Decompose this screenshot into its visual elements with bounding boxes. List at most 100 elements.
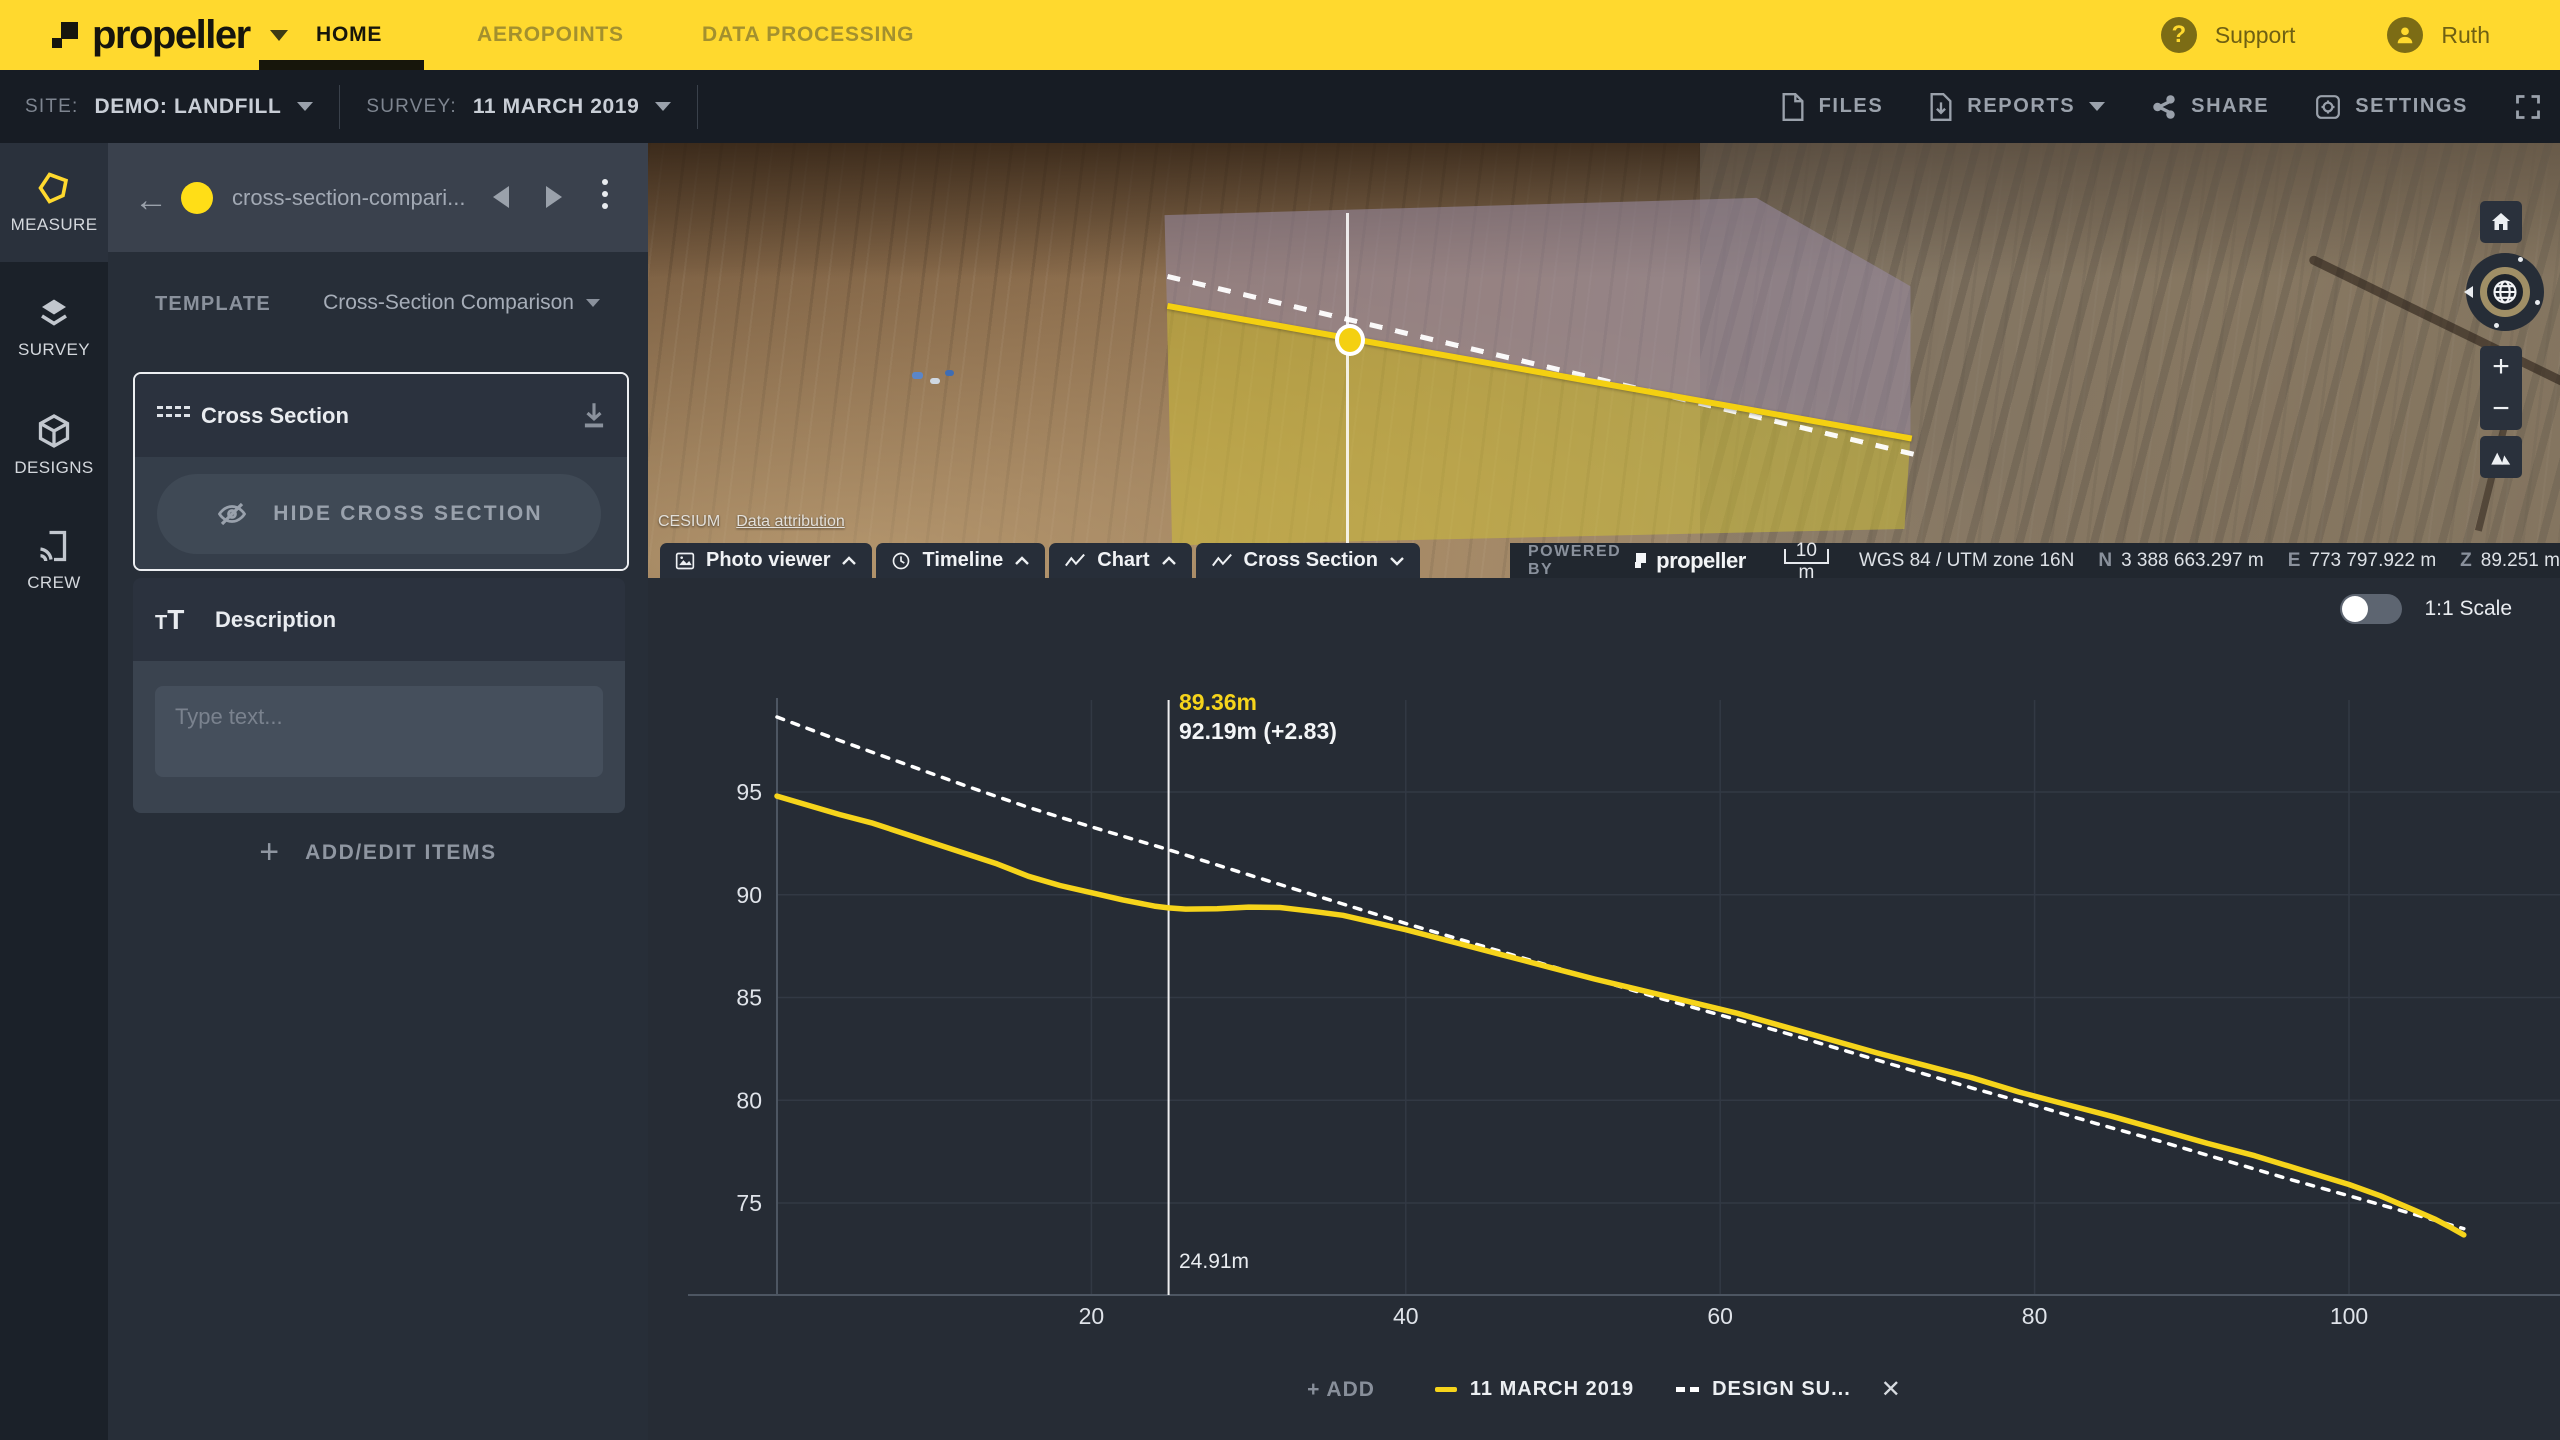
- scale-toggle-row: 1:1 Scale: [2340, 594, 2512, 624]
- line-chart-icon: [1211, 552, 1233, 570]
- fullscreen-button[interactable]: [2514, 93, 2542, 121]
- template-caret-icon: [586, 299, 600, 307]
- propeller-logo-icon: [52, 22, 78, 48]
- map-viewport[interactable]: CESIUM Data attribution + − Photo viewer…: [648, 143, 2560, 578]
- add-series-button[interactable]: + ADD: [1307, 1378, 1375, 1402]
- divider: [339, 85, 340, 129]
- site-label: SITE:: [25, 96, 79, 118]
- description-card-header[interactable]: TT Description: [133, 578, 625, 661]
- compass-globe-control[interactable]: [2466, 253, 2544, 331]
- back-button[interactable]: ←: [134, 181, 168, 220]
- y-tick-label: 90: [736, 882, 762, 908]
- hide-cross-section-button[interactable]: HIDE CROSS SECTION: [157, 474, 601, 554]
- template-select[interactable]: Cross-Section Comparison: [323, 291, 600, 315]
- survey-selector[interactable]: SURVEY: 11 MARCH 2019: [366, 95, 671, 119]
- one-to-one-scale-toggle[interactable]: [2340, 594, 2402, 624]
- more-options-button[interactable]: [602, 179, 608, 209]
- zoom-out-button[interactable]: −: [2480, 388, 2522, 430]
- terrain-layers-button[interactable]: [2480, 436, 2522, 478]
- section-cursor-line[interactable]: [1346, 213, 1349, 549]
- cross-section-card-body: HIDE CROSS SECTION: [135, 457, 627, 569]
- share-icon: [2151, 94, 2177, 120]
- map-info-bar: POWERED BY propeller 10 m WGS 84 / UTM z…: [1510, 543, 2560, 578]
- reports-button[interactable]: REPORTS: [1929, 93, 2105, 121]
- cube-icon: [36, 413, 72, 449]
- user-menu[interactable]: Ruth: [2441, 22, 2490, 49]
- cross-section-chart[interactable]: 959085807520406080100: [648, 578, 2560, 1440]
- data-attribution-link[interactable]: Data attribution: [736, 513, 845, 531]
- chevron-up-icon: [1014, 555, 1030, 567]
- prev-measurement-button[interactable]: [493, 186, 509, 208]
- description-input[interactable]: [155, 686, 603, 777]
- easting-coordinate: E773 797.922 m: [2288, 550, 2436, 572]
- left-icon-rail: MEASURE SURVEY DESIGNS CREW: [0, 143, 108, 1440]
- add-edit-items-button[interactable]: + ADD/EDIT ITEMS: [108, 833, 648, 872]
- description-card: TT Description: [133, 578, 625, 813]
- viewer-tabs: Photo viewer Timeline Chart Cross Sectio…: [660, 543, 1420, 578]
- y-tick-label: 75: [736, 1190, 762, 1216]
- layers-icon: [36, 295, 72, 331]
- sidebar-item-designs[interactable]: DESIGNS: [0, 413, 108, 478]
- cross-section-chart-panel[interactable]: 959085807520406080100 89.36m 92.19m (+2.…: [648, 578, 2560, 1440]
- help-icon[interactable]: ?: [2161, 17, 2197, 53]
- map-scale-bar: 10 m: [1784, 549, 1829, 564]
- support-link[interactable]: Support: [2215, 22, 2296, 49]
- northing-coordinate: N3 388 663.297 m: [2098, 550, 2263, 572]
- globe-icon: [2491, 278, 2519, 306]
- clock-icon: [891, 551, 911, 571]
- x-tick-label: 20: [1079, 1303, 1105, 1329]
- drag-handle-icon[interactable]: [157, 406, 190, 417]
- tab-timeline[interactable]: Timeline: [876, 543, 1045, 578]
- description-card-body: [133, 661, 625, 813]
- tab-aeropoints[interactable]: AEROPOINTS: [477, 0, 624, 70]
- sidebar-item-measure[interactable]: MEASURE: [0, 143, 108, 262]
- scale-toggle-label: 1:1 Scale: [2424, 597, 2512, 621]
- home-view-button[interactable]: [2480, 201, 2522, 243]
- cesium-label: CESIUM: [658, 513, 720, 531]
- files-button[interactable]: FILES: [1781, 93, 1884, 121]
- settings-button[interactable]: SETTINGS: [2315, 94, 2468, 120]
- download-icon[interactable]: [581, 400, 607, 430]
- cross-section-card-title: Cross Section: [201, 403, 349, 429]
- dashed-series-swatch: [1676, 1387, 1699, 1392]
- propeller-logo[interactable]: propeller: [52, 0, 288, 70]
- site-selector[interactable]: SITE: DEMO: LANDFILL: [25, 95, 313, 119]
- tab-data-processing[interactable]: DATA PROCESSING: [702, 0, 914, 70]
- template-row: TEMPLATE Cross-Section Comparison: [108, 282, 648, 332]
- propeller-app: { "brand": {"logo_text": "propeller", "y…: [0, 0, 2560, 1440]
- sidebar-item-crew[interactable]: CREW: [0, 528, 108, 593]
- y-tick-label: 80: [736, 1087, 762, 1113]
- map-attribution: CESIUM Data attribution: [658, 513, 845, 531]
- solid-series-swatch: [1435, 1387, 1457, 1392]
- design-surface-series[interactable]: [777, 717, 2464, 1229]
- legend-item-design[interactable]: DESIGN SU...: [1676, 1378, 1851, 1401]
- home-icon: [2489, 210, 2513, 234]
- measurement-color-dot[interactable]: [181, 182, 213, 214]
- site-bar-actions: FILES REPORTS SHARE SETTINGS: [1781, 70, 2542, 143]
- survey-series[interactable]: [777, 796, 2464, 1235]
- next-measurement-button[interactable]: [546, 186, 562, 208]
- survey-label: SURVEY:: [366, 96, 456, 118]
- tooltip-design-value: 92.19m (+2.83): [1179, 717, 1337, 746]
- tab-chart[interactable]: Chart: [1049, 543, 1191, 578]
- eye-off-icon: [215, 499, 249, 529]
- tab-cross-section[interactable]: Cross Section: [1196, 543, 1420, 578]
- zoom-in-button[interactable]: +: [2480, 346, 2522, 388]
- section-cursor-marker[interactable]: [1335, 324, 1365, 356]
- legend-item-survey[interactable]: 11 MARCH 2019: [1435, 1378, 1634, 1401]
- sidebar-item-survey[interactable]: SURVEY: [0, 295, 108, 360]
- share-button[interactable]: SHARE: [2151, 94, 2269, 120]
- top-nav-right: ? Support Ruth: [2161, 0, 2490, 70]
- cross-section-card-header[interactable]: Cross Section: [135, 374, 627, 457]
- vehicle-dot: [912, 372, 923, 379]
- cursor-distance-label: 24.91m: [1179, 1250, 1249, 1274]
- chevron-up-icon: [841, 555, 857, 567]
- remove-series-button[interactable]: ✕: [1881, 1375, 1901, 1404]
- file-icon: [1781, 93, 1805, 121]
- x-tick-label: 80: [2022, 1303, 2048, 1329]
- tab-photo-viewer[interactable]: Photo viewer: [660, 543, 872, 578]
- cross-section-overlay[interactable]: [1160, 195, 1915, 560]
- user-avatar-icon[interactable]: [2387, 17, 2423, 53]
- logo-dropdown-caret-icon[interactable]: [270, 30, 288, 41]
- propeller-mark-icon: [1635, 553, 1647, 568]
